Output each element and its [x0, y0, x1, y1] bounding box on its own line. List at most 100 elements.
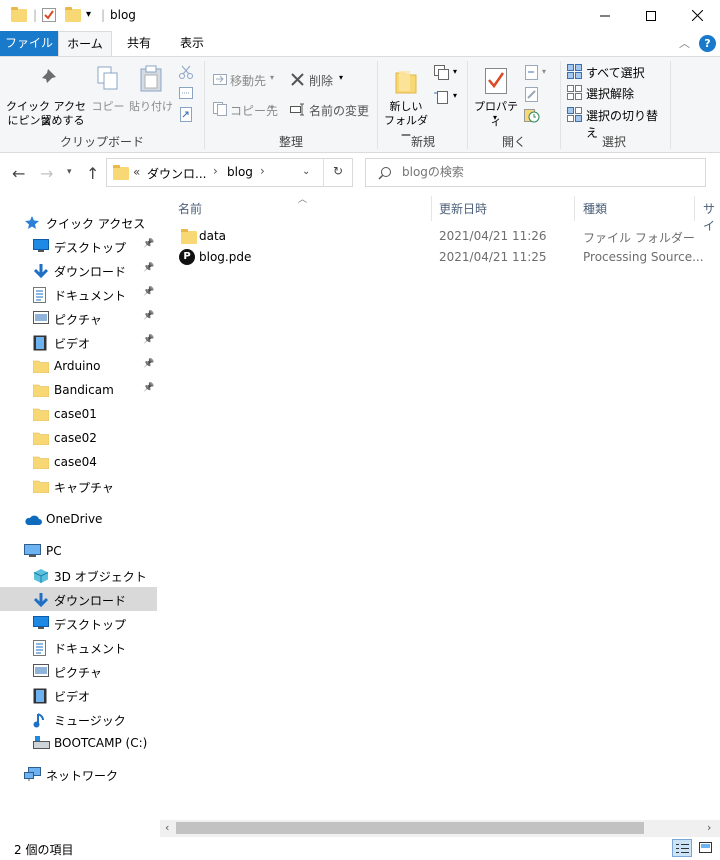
select-none-button[interactable]: 選択解除 — [565, 84, 669, 102]
pin-icon[interactable]: 📌 — [143, 335, 154, 345]
chevron-down-icon[interactable]: ▾ — [453, 91, 457, 100]
pin-icon[interactable]: 📌 — [143, 383, 154, 393]
copy-path-icon[interactable] — [179, 87, 193, 99]
sidebar-item[interactable]: デスクトップ 📌 — [0, 234, 157, 258]
easy-access-icon[interactable] — [434, 89, 452, 105]
sidebar-item[interactable]: デスクトップ — [0, 611, 157, 635]
close-button[interactable] — [674, 0, 720, 31]
nav-pc[interactable]: PC — [0, 539, 157, 563]
customize-quick-access-icon[interactable]: ▾ — [86, 9, 91, 20]
sidebar-item[interactable]: ダウンロード 📌 — [0, 258, 157, 282]
rename-button[interactable]: 名前の変更 — [288, 101, 372, 119]
nav-onedrive[interactable]: OneDrive — [0, 507, 157, 531]
chevron-down-icon[interactable]: ▾ — [453, 67, 457, 76]
column-header-type[interactable]: 種類 — [583, 200, 607, 217]
tab-share[interactable]: 共有 — [112, 31, 166, 56]
select-all-button[interactable]: すべて選択 — [565, 63, 669, 81]
copy-to-button[interactable]: コピー先 ▾ — [210, 101, 282, 119]
pin-icon[interactable]: 📌 — [143, 311, 154, 321]
sidebar-item[interactable]: case01 — [0, 402, 157, 426]
pin-icon[interactable]: 📌 — [143, 287, 154, 297]
sidebar-item[interactable]: Bandicam 📌 — [0, 378, 157, 402]
nav-network[interactable]: ネットワーク — [0, 762, 157, 786]
refresh-icon[interactable]: ↻ — [333, 164, 343, 178]
properties-quick-icon[interactable] — [42, 8, 56, 22]
pin-icon — [39, 69, 56, 86]
sidebar-item[interactable]: ビデオ — [0, 683, 157, 707]
sidebar-item[interactable]: Arduino 📌 — [0, 354, 157, 378]
maximize-button[interactable] — [628, 0, 674, 31]
file-row[interactable]: data 2021/04/21 11:26 ファイル フォルダー — [175, 226, 705, 247]
invert-selection-button[interactable]: 選択の切り替え — [565, 106, 669, 140]
sidebar-item[interactable]: case02 — [0, 426, 157, 450]
search-input[interactable] — [402, 163, 692, 181]
column-divider[interactable] — [431, 196, 432, 221]
pin-icon[interactable]: 📌 — [143, 359, 154, 369]
sidebar-item[interactable]: ドキュメント 📌 — [0, 282, 157, 306]
sidebar-item[interactable]: ドキュメント — [0, 635, 157, 659]
scroll-left-arrow-icon[interactable]: ‹ — [165, 821, 169, 834]
pin-quick-access-button[interactable]: クイック アクセス にピン留めする — [4, 63, 88, 129]
back-arrow-icon[interactable]: ← — [12, 164, 25, 183]
file-row[interactable]: P blog.pde 2021/04/21 11:25 Processing S… — [175, 247, 705, 268]
forward-arrow-icon[interactable]: → — [40, 164, 53, 183]
edit-icon[interactable] — [525, 87, 539, 102]
sidebar-item[interactable]: ピクチャ — [0, 659, 157, 683]
sidebar-item[interactable]: 3D オブジェクト — [0, 563, 157, 587]
breadcrumb-separator-icon[interactable]: › — [213, 164, 218, 178]
scroll-right-arrow-icon[interactable]: › — [707, 821, 711, 834]
breadcrumb-overflow[interactable]: « — [133, 165, 140, 179]
sidebar-item-label: BOOTCAMP (C:) — [54, 736, 148, 750]
network-icon — [24, 767, 41, 781]
new-folder-quick-icon[interactable] — [65, 7, 81, 22]
paste-button[interactable]: 貼り付け — [128, 63, 174, 123]
paste-shortcut-icon[interactable] — [180, 107, 192, 122]
collapse-ribbon-icon[interactable]: ︿ — [679, 35, 690, 51]
tab-file[interactable]: ファイル — [0, 31, 58, 56]
details-view-button[interactable] — [672, 839, 692, 857]
sidebar-item[interactable]: キャプチャ — [0, 474, 157, 498]
properties-button[interactable]: プロパティ ▾ — [470, 63, 522, 129]
scrollbar-thumb[interactable] — [176, 822, 644, 834]
column-divider[interactable] — [694, 196, 695, 221]
minimize-icon — [600, 15, 610, 16]
pin-icon[interactable]: 📌 — [143, 263, 154, 273]
breadcrumb-blog[interactable]: blog — [227, 165, 253, 179]
up-arrow-icon[interactable]: ↑ — [86, 164, 99, 183]
new-folder-button[interactable]: 新しい フォルダー — [380, 63, 432, 142]
large-icons-view-button[interactable] — [696, 839, 716, 857]
address-dropdown-chevron-icon[interactable]: ⌄ — [302, 166, 310, 177]
breadcrumb-downloads[interactable]: ダウンロ... — [147, 165, 206, 182]
move-to-button[interactable]: 移動先 ▾ — [210, 71, 282, 89]
cut-icon[interactable] — [179, 65, 193, 79]
search-box[interactable] — [365, 158, 706, 187]
breadcrumb-separator-icon[interactable]: › — [260, 164, 265, 178]
address-bar[interactable]: « ダウンロ... › blog › ⌄ ↻ — [106, 158, 353, 187]
sidebar-item[interactable]: ミュージック — [0, 707, 157, 731]
sidebar-item[interactable]: ビデオ 📌 — [0, 330, 157, 354]
minimize-button[interactable] — [582, 0, 628, 31]
column-header-size[interactable]: サイ — [703, 200, 720, 234]
help-icon[interactable]: ? — [699, 35, 716, 52]
new-item-icon[interactable] — [434, 65, 452, 81]
nav-quick-access[interactable]: クイック アクセス — [0, 210, 157, 234]
sidebar-item[interactable]: ピクチャ 📌 — [0, 306, 157, 330]
open-icon[interactable] — [525, 65, 539, 80]
column-header-date[interactable]: 更新日時 — [439, 200, 487, 217]
sidebar-item[interactable]: case04 — [0, 450, 157, 474]
sidebar-item[interactable]: ダウンロード — [0, 587, 157, 611]
pin-icon[interactable]: 📌 — [143, 239, 154, 249]
column-header-name[interactable]: 名前 — [178, 200, 202, 217]
column-divider[interactable] — [574, 196, 575, 221]
document-icon — [33, 287, 49, 303]
separator: | — [101, 8, 106, 22]
history-icon[interactable] — [524, 107, 540, 123]
tab-home[interactable]: ホーム — [58, 31, 112, 57]
chevron-down-icon[interactable]: ▾ — [542, 67, 546, 76]
sidebar-item[interactable]: BOOTCAMP (C:) — [0, 731, 157, 755]
tab-view[interactable]: 表示 — [166, 31, 218, 56]
delete-button[interactable]: 削除 ▾ — [288, 71, 348, 89]
new-folder-icon — [395, 71, 417, 94]
copy-button[interactable]: コピー — [90, 63, 126, 123]
recent-locations-chevron-icon[interactable]: ▾ — [67, 167, 72, 177]
